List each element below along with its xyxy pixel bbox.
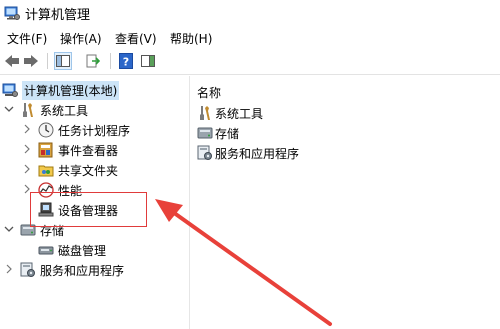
computer-management-icon bbox=[4, 5, 20, 21]
details-pane: 名称 系统工具 存储 服务和应用程序 bbox=[191, 76, 500, 329]
tree-item-label: 服务和应用程序 bbox=[40, 263, 125, 278]
back-icon[interactable] bbox=[3, 52, 21, 70]
tree-item-label: 磁盘管理 bbox=[58, 243, 107, 258]
services-icon bbox=[197, 145, 213, 161]
tree-item-label: 共享文件夹 bbox=[58, 163, 119, 178]
menu-help[interactable]: 帮助(H) bbox=[170, 30, 212, 47]
tree-item-disk-management[interactable]: 磁盘管理 bbox=[38, 240, 106, 260]
toolbar: ? bbox=[0, 48, 500, 75]
list-item-label: 存储 bbox=[215, 126, 240, 141]
list-item-storage[interactable]: 存储 bbox=[197, 124, 239, 142]
tools-icon bbox=[197, 105, 213, 121]
menu-view[interactable]: 查看(V) bbox=[115, 30, 157, 47]
help-icon[interactable]: ? bbox=[117, 52, 135, 70]
tree-item-services[interactable]: 服务和应用程序 bbox=[4, 260, 124, 280]
storage-icon bbox=[197, 125, 213, 141]
disk-icon bbox=[38, 242, 54, 258]
list-item-label: 系统工具 bbox=[215, 106, 264, 121]
chevron-down-icon[interactable] bbox=[4, 223, 14, 237]
tree-item-system-tools[interactable]: 系统工具 bbox=[4, 100, 88, 120]
toolbar-separator bbox=[47, 53, 48, 69]
event-viewer-icon bbox=[38, 142, 54, 158]
export-list-icon[interactable] bbox=[84, 52, 102, 70]
svg-text:?: ? bbox=[123, 56, 129, 69]
services-icon bbox=[20, 262, 36, 278]
menu-bar: 文件(F) 操作(A) 查看(V) 帮助(H) bbox=[0, 26, 500, 48]
menu-file[interactable]: 文件(F) bbox=[7, 30, 47, 47]
column-header-name[interactable]: 名称 bbox=[197, 84, 221, 101]
chevron-down-icon[interactable] bbox=[4, 103, 14, 117]
clock-icon bbox=[38, 122, 54, 138]
chevron-right-icon[interactable] bbox=[22, 163, 32, 177]
tree-root-label: 计算机管理(本地) bbox=[22, 80, 120, 100]
tree-item-label: 事件查看器 bbox=[58, 143, 119, 158]
title-bar: 计算机管理 bbox=[0, 0, 500, 26]
annotation-highlight-box bbox=[30, 192, 147, 227]
chevron-right-icon[interactable] bbox=[22, 123, 32, 137]
properties-pane-icon[interactable] bbox=[139, 52, 157, 70]
tree-item-label: 任务计划程序 bbox=[58, 123, 131, 138]
tools-icon bbox=[20, 102, 36, 118]
tree-item-shared-folders[interactable]: 共享文件夹 bbox=[22, 160, 118, 180]
window-title: 计算机管理 bbox=[25, 8, 91, 23]
tree-root[interactable]: 计算机管理(本地) bbox=[2, 80, 120, 100]
tree-item-label: 系统工具 bbox=[40, 103, 89, 118]
toolbar-separator bbox=[110, 53, 111, 69]
list-item-system-tools[interactable]: 系统工具 bbox=[197, 104, 263, 122]
computer-management-icon bbox=[2, 82, 18, 98]
shared-folder-icon bbox=[38, 162, 54, 178]
tree-item-event-viewer[interactable]: 事件查看器 bbox=[22, 140, 118, 160]
list-item-label: 服务和应用程序 bbox=[215, 146, 300, 161]
show-hide-tree-icon[interactable] bbox=[54, 52, 72, 70]
menu-action[interactable]: 操作(A) bbox=[60, 30, 102, 47]
tree-item-task-scheduler[interactable]: 任务计划程序 bbox=[22, 120, 130, 140]
chevron-right-icon[interactable] bbox=[22, 143, 32, 157]
chevron-right-icon[interactable] bbox=[4, 263, 14, 277]
forward-icon[interactable] bbox=[22, 52, 40, 70]
list-item-services[interactable]: 服务和应用程序 bbox=[197, 144, 299, 162]
